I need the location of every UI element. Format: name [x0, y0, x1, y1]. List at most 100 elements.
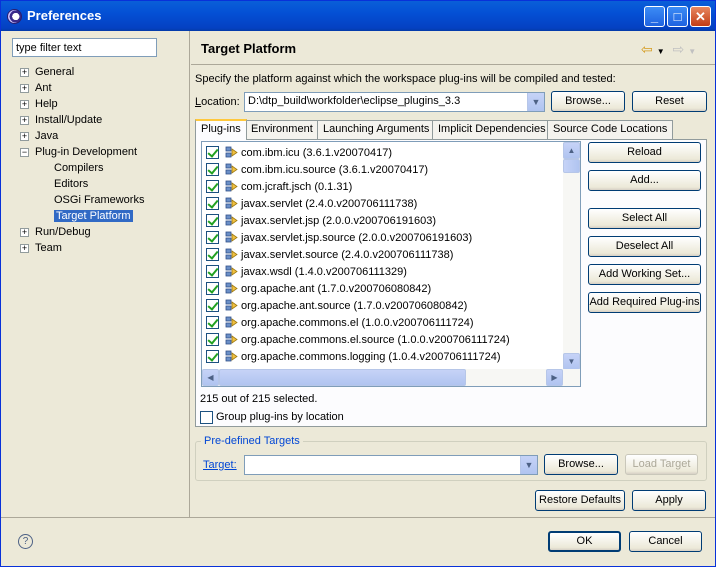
- scroll-up-icon[interactable]: ▲: [563, 142, 580, 159]
- vertical-scrollbar[interactable]: ▲ ▼: [563, 142, 580, 370]
- expand-icon[interactable]: +: [20, 131, 29, 141]
- list-item[interactable]: com.jcraft.jsch (0.1.31): [206, 178, 352, 195]
- group-by-location-checkbox[interactable]: [200, 411, 213, 424]
- add-required-plugins-button[interactable]: Add Required Plug-ins: [588, 292, 701, 313]
- plugin-checkbox[interactable]: [206, 231, 219, 244]
- back-dropdown-icon[interactable]: ▼: [657, 47, 665, 56]
- list-item[interactable]: org.apache.commons.el.source (1.0.0.v200…: [206, 331, 510, 348]
- list-item[interactable]: com.ibm.icu.source (3.6.1.v20070417): [206, 161, 428, 178]
- tree-item[interactable]: Compilers: [54, 161, 104, 176]
- tree-item[interactable]: + General: [20, 65, 74, 80]
- location-browse-button[interactable]: Browse...: [551, 91, 625, 112]
- tree-item[interactable]: − Plug-in Development: [20, 145, 137, 160]
- forward-dropdown-icon[interactable]: ▼: [688, 47, 696, 56]
- back-arrow-icon[interactable]: ⇦: [641, 41, 653, 57]
- list-item[interactable]: javax.servlet.source (2.4.0.v20070611173…: [206, 246, 453, 263]
- tab-plug-ins[interactable]: Plug-ins: [195, 119, 247, 140]
- plugin-checkbox[interactable]: [206, 197, 219, 210]
- tree-item[interactable]: + Run/Debug: [20, 225, 91, 240]
- tab-implicit-dependencies[interactable]: Implicit Dependencies: [432, 120, 552, 139]
- plugin-checkbox[interactable]: [206, 265, 219, 278]
- list-item[interactable]: org.apache.commons.logging (1.0.4.v20070…: [206, 348, 501, 365]
- list-item[interactable]: com.ibm.icu (3.6.1.v20070417): [206, 144, 392, 161]
- expand-icon[interactable]: +: [20, 243, 29, 253]
- scroll-down-icon[interactable]: ▼: [563, 353, 580, 370]
- add-working-set-button[interactable]: Add Working Set...: [588, 264, 701, 285]
- plugin-checkbox[interactable]: [206, 180, 219, 193]
- plugin-checkbox[interactable]: [206, 299, 219, 312]
- vertical-scroll-thumb[interactable]: [563, 159, 580, 173]
- list-item[interactable]: javax.servlet (2.4.0.v200706111738): [206, 195, 417, 212]
- scroll-right-icon[interactable]: ▶: [546, 369, 563, 386]
- sash-divider[interactable]: [189, 31, 190, 517]
- list-item[interactable]: javax.wsdl (1.4.0.v200706111329): [206, 263, 407, 280]
- target-label[interactable]: Target:: [203, 459, 237, 471]
- plugin-icon: [225, 350, 239, 363]
- filter-input[interactable]: [12, 38, 157, 57]
- maximize-button[interactable]: □: [667, 6, 688, 27]
- add-button[interactable]: Add...: [588, 170, 701, 191]
- title-bar[interactable]: Preferences _ □ ✕: [1, 1, 715, 31]
- reload-button[interactable]: Reload: [588, 142, 701, 163]
- plugin-list[interactable]: com.ibm.icu (3.6.1.v20070417) com.ibm.icu…: [201, 141, 581, 387]
- plugin-checkbox[interactable]: [206, 146, 219, 159]
- plugin-checkbox[interactable]: [206, 282, 219, 295]
- plugin-checkbox[interactable]: [206, 350, 219, 363]
- help-icon[interactable]: ?: [18, 534, 33, 549]
- expand-icon[interactable]: +: [20, 83, 29, 93]
- eclipse-app-icon: [7, 9, 22, 24]
- tree-item[interactable]: + Java: [20, 129, 58, 144]
- forward-arrow-icon[interactable]: ⇨: [673, 41, 685, 57]
- tab-environment[interactable]: Environment: [245, 120, 319, 139]
- plugin-label: com.ibm.icu (3.6.1.v20070417): [241, 146, 393, 159]
- list-item[interactable]: org.apache.ant (1.7.0.v200706080842): [206, 280, 431, 297]
- tree-item[interactable]: + Ant: [20, 81, 52, 96]
- tree-item[interactable]: Target Platform: [54, 209, 133, 224]
- apply-button[interactable]: Apply: [632, 490, 706, 511]
- select-all-button[interactable]: Select All: [588, 208, 701, 229]
- bottom-separator: [1, 517, 715, 518]
- minimize-button[interactable]: _: [644, 6, 665, 27]
- target-combo[interactable]: ▼: [244, 455, 538, 475]
- restore-defaults-button[interactable]: Restore Defaults: [535, 490, 625, 511]
- reset-button[interactable]: Reset: [632, 91, 707, 112]
- tree-item[interactable]: + Install/Update: [20, 113, 102, 128]
- list-item[interactable]: javax.servlet.jsp (2.0.0.v200706191603): [206, 212, 436, 229]
- collapse-icon[interactable]: −: [20, 147, 29, 157]
- plugin-checkbox[interactable]: [206, 163, 219, 176]
- tab-launching-arguments[interactable]: Launching Arguments: [317, 120, 436, 139]
- list-item[interactable]: javax.servlet.jsp.source (2.0.0.v2007061…: [206, 229, 472, 246]
- list-item[interactable]: org.apache.commons.el (1.0.0.v2007061117…: [206, 314, 474, 331]
- tree-item[interactable]: OSGi Frameworks: [54, 193, 144, 208]
- horizontal-scrollbar[interactable]: ◀ ▶: [202, 369, 580, 386]
- preferences-window: Preferences _ □ ✕ + General + Ant + Help + Inst…: [0, 0, 716, 567]
- target-browse-button[interactable]: Browse...: [544, 454, 618, 475]
- plugin-checkbox[interactable]: [206, 316, 219, 329]
- tree-item[interactable]: + Help: [20, 97, 58, 112]
- cancel-button[interactable]: Cancel: [629, 531, 702, 552]
- tab-source-code-locations[interactable]: Source Code Locations: [547, 120, 674, 139]
- plugin-checkbox[interactable]: [206, 214, 219, 227]
- chevron-down-icon[interactable]: ▼: [527, 93, 544, 111]
- expand-icon[interactable]: +: [20, 227, 29, 237]
- scroll-left-icon[interactable]: ◀: [202, 369, 219, 386]
- tree-item-label: OSGi Frameworks: [54, 194, 145, 206]
- deselect-all-button[interactable]: Deselect All: [588, 236, 701, 257]
- predefined-targets-title: Pre-defined Targets: [201, 435, 303, 447]
- chevron-down-icon[interactable]: ▼: [520, 456, 537, 474]
- location-combo[interactable]: D:\dtp_build\workfolder\eclipse_plugins_…: [244, 92, 545, 112]
- close-button[interactable]: ✕: [690, 6, 711, 27]
- expand-icon[interactable]: +: [20, 115, 29, 125]
- plugin-checkbox[interactable]: [206, 248, 219, 261]
- expand-icon[interactable]: +: [20, 99, 29, 109]
- plugin-icon: [225, 146, 239, 159]
- load-target-button[interactable]: Load Target: [625, 454, 698, 475]
- tree-item[interactable]: Editors: [54, 177, 88, 192]
- ok-button[interactable]: OK: [548, 531, 621, 552]
- expand-icon[interactable]: +: [20, 67, 29, 77]
- list-item[interactable]: org.apache.ant.source (1.7.0.v2007060808…: [206, 297, 467, 314]
- plugin-label: javax.servlet (2.4.0.v200706111738): [241, 197, 418, 210]
- plugin-checkbox[interactable]: [206, 333, 219, 346]
- tree-item[interactable]: + Team: [20, 241, 62, 256]
- horizontal-scroll-thumb[interactable]: [219, 369, 466, 386]
